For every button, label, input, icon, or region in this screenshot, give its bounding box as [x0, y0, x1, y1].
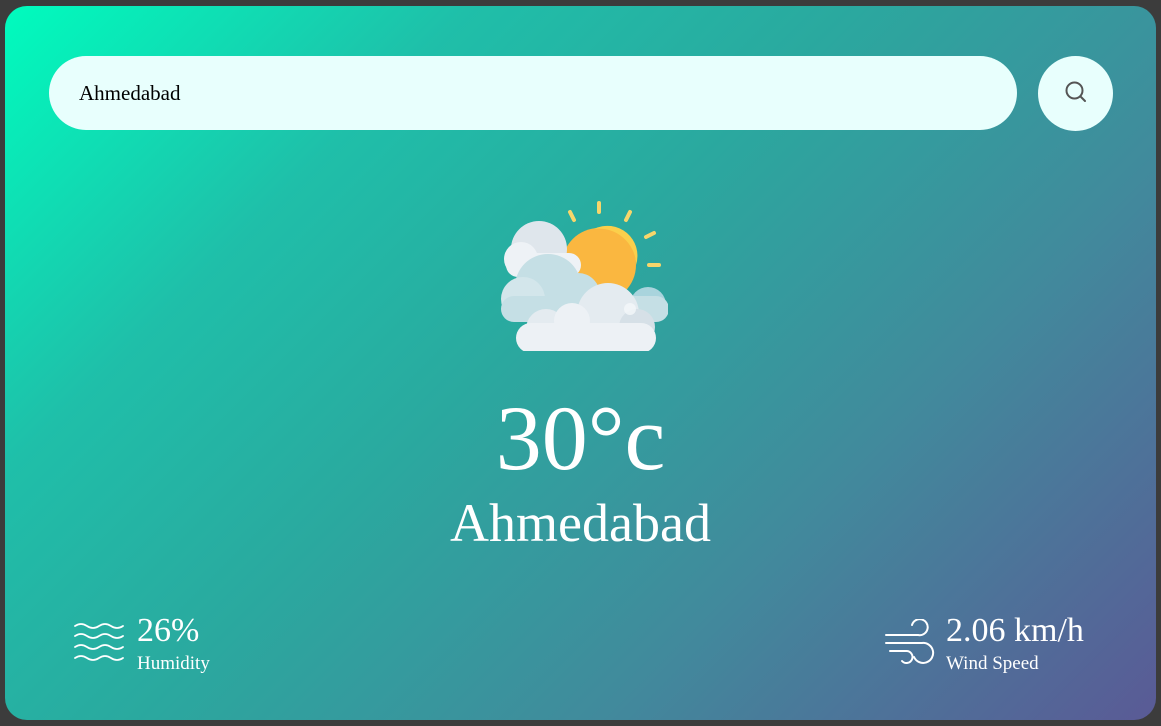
humidity-label: Humidity: [137, 653, 210, 674]
weather-card: 30°c Ahmedabad 26% Humidity 2.06 km/h Wi…: [5, 6, 1156, 720]
humidity-stat: 26% Humidity: [137, 612, 210, 674]
temperature: 30°c: [495, 387, 666, 489]
city-name: Ahmedabad: [450, 493, 711, 553]
humidity-value: 26%: [137, 612, 200, 649]
wind-icon: [885, 619, 935, 664]
wind-stat: 2.06 km/h Wind Speed: [946, 612, 1084, 674]
wind-value: 2.06 km/h: [946, 612, 1084, 649]
search-icon: [1065, 81, 1086, 102]
wind-label: Wind Speed: [946, 653, 1039, 674]
search-input[interactable]: [49, 56, 1017, 130]
partly-cloudy-icon: [501, 201, 668, 351]
search-button[interactable]: [1038, 56, 1113, 131]
humidity-waves-icon: [74, 623, 124, 661]
